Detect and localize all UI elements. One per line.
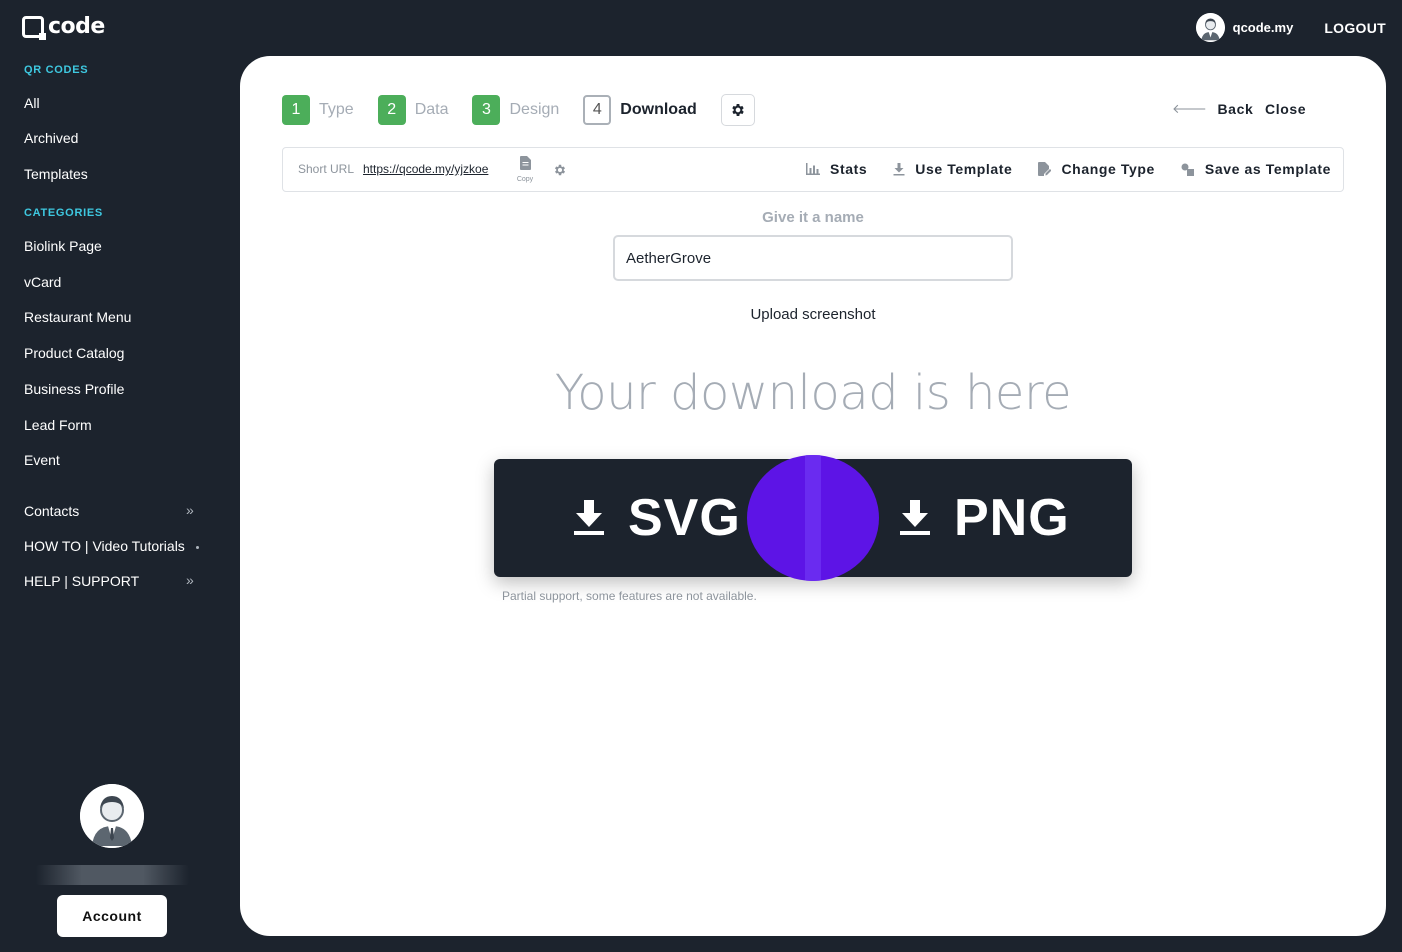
shapes-icon [1181, 163, 1194, 176]
cursor-highlight [747, 455, 879, 581]
download-icon [574, 500, 604, 535]
back-label: Back [1217, 101, 1254, 117]
sidebar-item-all[interactable]: All [24, 95, 40, 111]
sidebar-item-vcard[interactable]: vCard [24, 274, 61, 290]
stats-label: Stats [830, 161, 868, 177]
step-label: Download [620, 101, 697, 118]
arrow-left-icon: 🡐 [1172, 101, 1208, 116]
upload-screenshot-label: Upload screenshot [750, 306, 876, 323]
short-url-label: Short URL [298, 162, 355, 176]
sidebar-item-product-catalog[interactable]: Product Catalog [24, 345, 124, 361]
partial-support-note: Partial support, some features are not a… [502, 589, 757, 603]
step-label: Type [319, 101, 354, 118]
username-label[interactable]: qcode.my [1233, 20, 1294, 35]
download-icon [900, 500, 930, 535]
qr-name-input[interactable] [613, 235, 1013, 281]
step-data[interactable]: 2 Data [377, 95, 449, 125]
short-url-settings-button[interactable] [553, 163, 567, 182]
download-icon [893, 162, 905, 175]
change-type-button[interactable]: Change Type [1038, 161, 1154, 177]
download-png-button[interactable]: PNG [900, 459, 1070, 577]
save-as-template-button[interactable]: Save as Template [1181, 161, 1331, 177]
copy-button[interactable]: Copy [514, 156, 536, 183]
sidebar-item-video-tutorials[interactable]: HOW TO | Video Tutorials [24, 538, 185, 554]
sidebar-item-templates[interactable]: Templates [24, 166, 88, 182]
section-title-qr-codes: QR CODES [24, 64, 89, 76]
settings-button[interactable] [720, 94, 755, 126]
sidebar-item-archived[interactable]: Archived [24, 130, 78, 146]
copy-document-icon [519, 156, 531, 170]
step-number: 2 [377, 95, 406, 125]
section-title-categories: CATEGORIES [24, 207, 103, 219]
sidebar-item-business-profile[interactable]: Business Profile [24, 381, 124, 397]
chevron-double-right-icon[interactable]: » [186, 502, 194, 518]
dot-icon [196, 546, 199, 549]
step-type[interactable]: 1 Type [282, 95, 354, 125]
profile-avatar-icon[interactable] [80, 784, 144, 848]
logout-button[interactable]: LOGOUT [1324, 20, 1386, 36]
edit-document-icon [1038, 162, 1052, 176]
step-number: 3 [472, 95, 501, 125]
stats-button[interactable]: Stats [806, 161, 867, 177]
chevron-double-right-icon[interactable]: » [186, 572, 194, 588]
user-menu: qcode.my LOGOUT [1195, 13, 1386, 42]
back-button[interactable]: 🡐 Back [1172, 101, 1253, 117]
short-url-link[interactable]: https://qcode.my/yjzkoe [363, 162, 488, 176]
sidebar-item-biolink-page[interactable]: Biolink Page [24, 238, 102, 254]
upload-screenshot-link[interactable]: Upload screenshot [240, 306, 1386, 323]
sidebar: QR CODES All Archived Templates CATEGORI… [0, 56, 240, 952]
sidebar-item-help-support[interactable]: HELP | SUPPORT [24, 573, 139, 589]
qr-logo-icon [22, 15, 46, 40]
sidebar-item-contacts[interactable]: Contacts [24, 503, 79, 519]
app-logo[interactable]: code [22, 14, 105, 40]
bar-chart-icon [806, 163, 821, 175]
png-label: PNG [954, 489, 1070, 547]
close-button[interactable]: Close [1265, 101, 1306, 117]
step-label: Design [509, 101, 560, 118]
change-type-label: Change Type [1061, 161, 1155, 177]
svg-label: SVG [628, 489, 741, 547]
download-heading: Your download is here [554, 365, 1072, 421]
step-label: Data [414, 101, 449, 118]
step-number: 1 [282, 95, 310, 125]
step-design[interactable]: 3 Design [472, 95, 559, 125]
step-number: 4 [583, 95, 612, 125]
user-avatar-icon[interactable] [1195, 13, 1225, 42]
redacted-name-bar [36, 865, 189, 885]
sidebar-item-event[interactable]: Event [24, 452, 60, 468]
name-field-title: Give it a name [762, 209, 864, 226]
use-template-label: Use Template [915, 161, 1013, 177]
gear-icon [554, 164, 566, 176]
wizard-steps: 1 Type 2 Data 3 Design 4 Download [282, 94, 755, 126]
main-panel: 1 Type 2 Data 3 Design 4 Download 🡐 Back… [240, 56, 1386, 936]
download-svg-button[interactable]: SVG [574, 459, 741, 577]
account-button[interactable]: Account [57, 895, 167, 937]
logo-wordmark: code [48, 14, 105, 39]
toolbar-actions: Stats Use Template Change Type Save as T… [780, 161, 1331, 177]
save-as-template-label: Save as Template [1204, 161, 1331, 177]
copy-label: Copy [516, 176, 534, 183]
gear-icon [732, 104, 744, 116]
sidebar-item-lead-form[interactable]: Lead Form [24, 417, 92, 433]
sidebar-item-restaurant-menu[interactable]: Restaurant Menu [24, 309, 131, 325]
step-download[interactable]: 4 Download [583, 95, 697, 125]
qr-toolbar: Short URL https://qcode.my/yjzkoe Copy S… [282, 147, 1344, 192]
use-template-button[interactable]: Use Template [893, 161, 1012, 177]
